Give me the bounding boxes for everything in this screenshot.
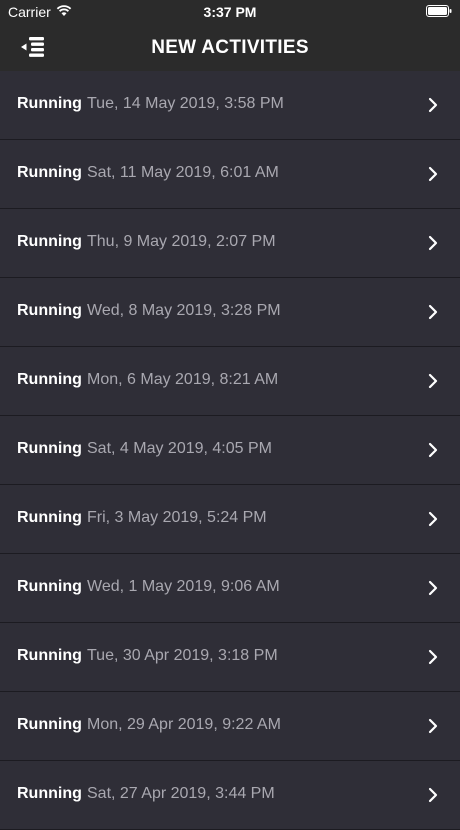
activity-date: Wed, 8 May 2019, 3:28 PM	[87, 302, 281, 319]
activity-type: Running	[17, 509, 82, 526]
activity-row[interactable]: Running Thu, 9 May 2019, 2:07 PM	[0, 209, 460, 278]
battery-icon	[426, 5, 452, 17]
status-bar: Carrier 3:37 PM	[0, 0, 460, 24]
activity-date: Wed, 1 May 2019, 9:06 AM	[87, 578, 280, 595]
activity-type: Running	[17, 785, 82, 802]
chevron-right-icon	[428, 442, 438, 458]
activity-type: Running	[17, 716, 82, 733]
chevron-right-icon	[428, 235, 438, 251]
activity-date: Fri, 3 May 2019, 5:24 PM	[87, 509, 267, 526]
activity-type: Running	[17, 647, 82, 664]
activity-row[interactable]: Running Mon, 6 May 2019, 8:21 AM	[0, 347, 460, 416]
activity-type: Running	[17, 233, 82, 250]
chevron-right-icon	[428, 166, 438, 182]
activity-row[interactable]: Running Sat, 27 Apr 2019, 3:44 PM	[0, 761, 460, 830]
chevron-right-icon	[428, 304, 438, 320]
chevron-right-icon	[428, 649, 438, 665]
activity-date: Sat, 11 May 2019, 6:01 AM	[87, 164, 279, 181]
activity-type: Running	[17, 302, 82, 319]
activity-row[interactable]: Running Wed, 1 May 2019, 9:06 AM	[0, 554, 460, 623]
chevron-right-icon	[428, 511, 438, 527]
activity-type: Running	[17, 440, 82, 457]
activity-row[interactable]: Running Wed, 8 May 2019, 3:28 PM	[0, 278, 460, 347]
activity-list: Running Tue, 14 May 2019, 3:58 PM Runnin…	[0, 71, 460, 830]
chevron-right-icon	[428, 373, 438, 389]
activity-row[interactable]: Running Fri, 3 May 2019, 5:24 PM	[0, 485, 460, 554]
chevron-right-icon	[428, 580, 438, 596]
activity-date: Tue, 14 May 2019, 3:58 PM	[87, 95, 284, 112]
activity-row[interactable]: Running Tue, 30 Apr 2019, 3:18 PM	[0, 623, 460, 692]
page-title: NEW ACTIVITIES	[151, 37, 309, 58]
chevron-right-icon	[428, 97, 438, 113]
activity-date: Sat, 4 May 2019, 4:05 PM	[87, 440, 272, 457]
clock: 3:37 PM	[203, 4, 257, 20]
activity-type: Running	[17, 578, 82, 595]
activity-row[interactable]: Running Sat, 11 May 2019, 6:01 AM	[0, 140, 460, 209]
activity-type: Running	[17, 95, 82, 112]
activity-row[interactable]: Running Tue, 14 May 2019, 3:58 PM	[0, 71, 460, 140]
activity-row[interactable]: Running Sat, 4 May 2019, 4:05 PM	[0, 416, 460, 485]
activity-type: Running	[17, 371, 82, 388]
activity-row[interactable]: Running Mon, 29 Apr 2019, 9:22 AM	[0, 692, 460, 761]
activity-date: Tue, 30 Apr 2019, 3:18 PM	[87, 647, 278, 664]
nav-bar: NEW ACTIVITIES	[0, 24, 460, 71]
activity-type: Running	[17, 164, 82, 181]
activity-date: Mon, 29 Apr 2019, 9:22 AM	[87, 716, 281, 733]
activity-date: Sat, 27 Apr 2019, 3:44 PM	[87, 785, 275, 802]
activity-date: Mon, 6 May 2019, 8:21 AM	[87, 371, 279, 388]
activity-date: Thu, 9 May 2019, 2:07 PM	[87, 233, 276, 250]
chevron-right-icon	[428, 787, 438, 803]
chevron-right-icon	[428, 718, 438, 734]
